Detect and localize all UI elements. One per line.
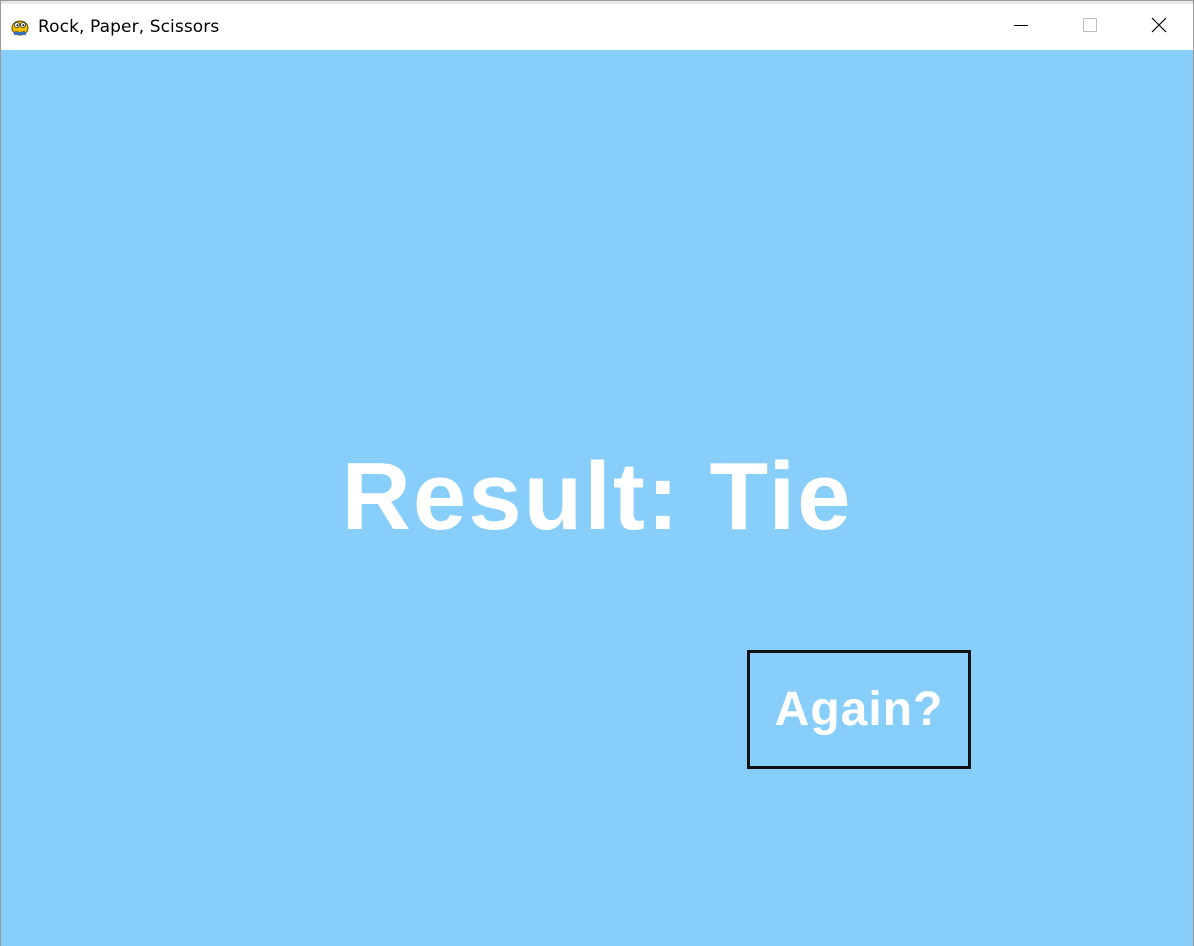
result-text: Result: Tie (341, 443, 853, 550)
again-button[interactable]: Again? (747, 650, 971, 769)
window-title: Rock, Paper, Scissors (38, 17, 220, 37)
close-icon (1151, 17, 1167, 38)
maximize-icon (1082, 17, 1098, 38)
game-canvas: Result: Tie Again? (1, 50, 1193, 946)
again-button-label: Again? (774, 683, 944, 736)
python-snake-icon (10, 17, 30, 37)
maximize-button[interactable] (1055, 4, 1124, 50)
minimize-icon (1013, 17, 1029, 38)
app-window: Rock, Paper, Scissors Result: Tie Again? (0, 0, 1194, 946)
close-button[interactable] (1124, 4, 1193, 50)
window-controls (986, 4, 1193, 50)
minimize-button[interactable] (986, 4, 1055, 50)
title-bar[interactable]: Rock, Paper, Scissors (1, 4, 1193, 50)
